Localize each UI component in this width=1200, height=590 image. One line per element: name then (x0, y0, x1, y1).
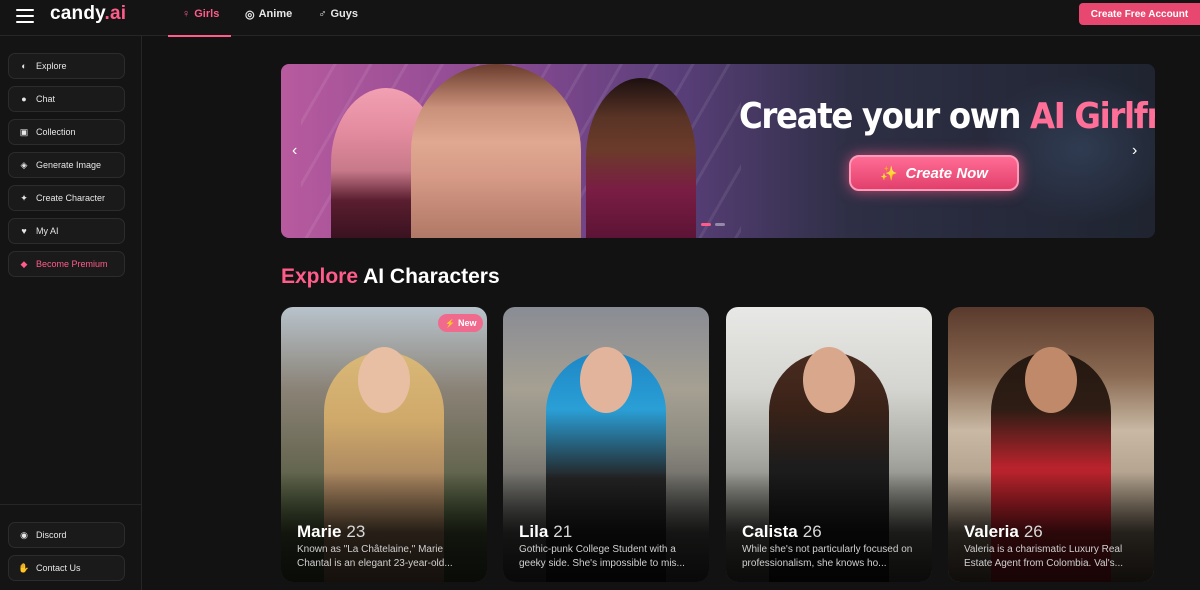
sidebar-item-discord[interactable]: ◉ Discord (8, 522, 125, 548)
character-card[interactable]: Valeria 26 Valeria is a charismatic Luxur… (948, 307, 1154, 582)
tab-girls[interactable]: ♀ Girls (168, 0, 231, 37)
magic-wand-icon: ✨ (880, 164, 898, 181)
collection-icon: ▣ (19, 126, 29, 137)
character-description: Valeria is a charismatic Luxury Real Est… (964, 544, 1124, 569)
character-name-text: Marie (297, 522, 342, 541)
tab-label: Girls (194, 8, 220, 20)
character-card[interactable]: Calista 26 While she's not particularly f… (726, 307, 932, 582)
sidebar-item-label: Become Premium (36, 259, 108, 269)
female-icon: ♀ (182, 8, 191, 20)
chevron-left-icon[interactable]: ‹ (292, 142, 297, 160)
sidebar-item-explore[interactable]: ◐ Explore (8, 53, 125, 79)
male-icon: ♂ (318, 8, 327, 20)
section-title-rest: AI Characters (363, 265, 500, 288)
discord-icon: ◉ (20, 529, 28, 540)
sidebar-item-generate-image[interactable]: ◈ Generate Image (8, 152, 125, 178)
character-face (358, 347, 410, 413)
character-name: Calista 26 (742, 522, 822, 542)
sidebar-item-collection[interactable]: ▣ Collection (8, 119, 125, 145)
character-face (803, 347, 855, 413)
character-description: While she's not particularly focused on … (742, 544, 913, 569)
carousel-dot[interactable] (715, 223, 725, 226)
character-card[interactable]: Lila 21 Gothic-punk College Student with … (503, 307, 709, 582)
heart-icon: ♥ (21, 226, 27, 236)
create-now-button[interactable]: ✨ Create Now (849, 155, 1019, 191)
logo[interactable]: candy.ai (50, 3, 126, 25)
sidebar-item-label: My AI (36, 226, 59, 236)
character-name-text: Lila (519, 522, 549, 541)
magic-wand-icon: ✦ (20, 192, 28, 203)
tab-anime[interactable]: ◎ Anime (231, 0, 304, 36)
character-face (580, 347, 632, 413)
character-name-text: Calista (742, 522, 798, 541)
character-name: Lila 21 (519, 522, 572, 542)
character-name-text: Valeria (964, 522, 1019, 541)
sidebar-item-contact-us[interactable]: ✋ Contact Us (8, 555, 125, 581)
sidebar-item-label: Chat (36, 94, 56, 104)
sidebar-item-chat[interactable]: ● Chat (8, 86, 125, 112)
sidebar-divider (0, 504, 141, 505)
tab-label: Anime (258, 8, 293, 20)
carousel-dot[interactable] (701, 223, 711, 226)
character-face (1025, 347, 1077, 413)
sidebar: ◐ Explore ● Chat ▣ Collection ◈ Generate… (0, 36, 142, 590)
banner-title-prefix: Create your own (739, 96, 1021, 137)
handshake-icon: ✋ (18, 562, 30, 573)
sidebar-item-create-character[interactable]: ✦ Create Character (8, 185, 125, 211)
character-name: Valeria 26 (964, 522, 1043, 542)
banner-character-image (586, 78, 696, 238)
sidebar-item-label: Discord (36, 530, 67, 540)
top-bar: candy.ai ♀ Girls ◎ Anime ♂ Guys Create F… (0, 0, 1200, 37)
hero-banner[interactable]: Create your own AI Girlfriend ✨ Create N… (281, 64, 1155, 238)
sidebar-item-become-premium[interactable]: ◆ Become Premium (8, 251, 125, 277)
character-description: Gothic-punk College Student with a geeky… (519, 544, 685, 569)
menu-icon[interactable] (16, 9, 34, 23)
section-title-highlight: Explore (281, 265, 359, 288)
character-card[interactable]: ⚡ New Marie 23 Known as "La Châtelaine," … (281, 307, 487, 582)
banner-character-image (411, 64, 581, 238)
character-description: Known as "La Châtelaine," Marie Chantal … (297, 544, 453, 569)
sidebar-item-label: Contact Us (36, 563, 81, 573)
new-badge: ⚡ New (438, 314, 484, 332)
character-name: Marie 23 (297, 522, 365, 542)
category-tabs: ♀ Girls ◎ Anime ♂ Guys (168, 0, 370, 37)
create-now-label: Create Now (905, 164, 988, 182)
compass-icon: ◐ (21, 61, 27, 71)
sidebar-item-my-ai[interactable]: ♥ My AI (8, 218, 125, 244)
chat-icon: ● (21, 94, 27, 104)
banner-title-highlight: AI Girlfriend (1029, 96, 1155, 137)
sidebar-item-label: Explore (36, 61, 67, 71)
section-title: Explore AI Characters (281, 265, 500, 289)
tab-label: Guys (330, 8, 358, 20)
banner-title: Create your own AI Girlfriend (739, 96, 1155, 137)
character-age: 21 (553, 522, 573, 541)
character-age: 26 (802, 522, 822, 541)
sidebar-item-label: Collection (36, 127, 76, 137)
sidebar-item-label: Create Character (36, 193, 106, 203)
badge-label: New (457, 318, 477, 328)
carousel-dots (701, 223, 725, 226)
tab-guys[interactable]: ♂ Guys (304, 0, 370, 36)
create-account-button[interactable]: Create Free Account (1079, 3, 1200, 25)
image-icon: ◈ (20, 159, 28, 170)
character-age: 26 (1023, 522, 1043, 541)
sidebar-item-label: Generate Image (36, 160, 102, 170)
sparkle-icon: ⚡ (445, 318, 455, 328)
chevron-right-icon[interactable]: › (1132, 142, 1137, 160)
diamond-icon: ◆ (20, 258, 28, 269)
character-age: 23 (346, 522, 366, 541)
anime-icon: ◎ (245, 9, 255, 21)
